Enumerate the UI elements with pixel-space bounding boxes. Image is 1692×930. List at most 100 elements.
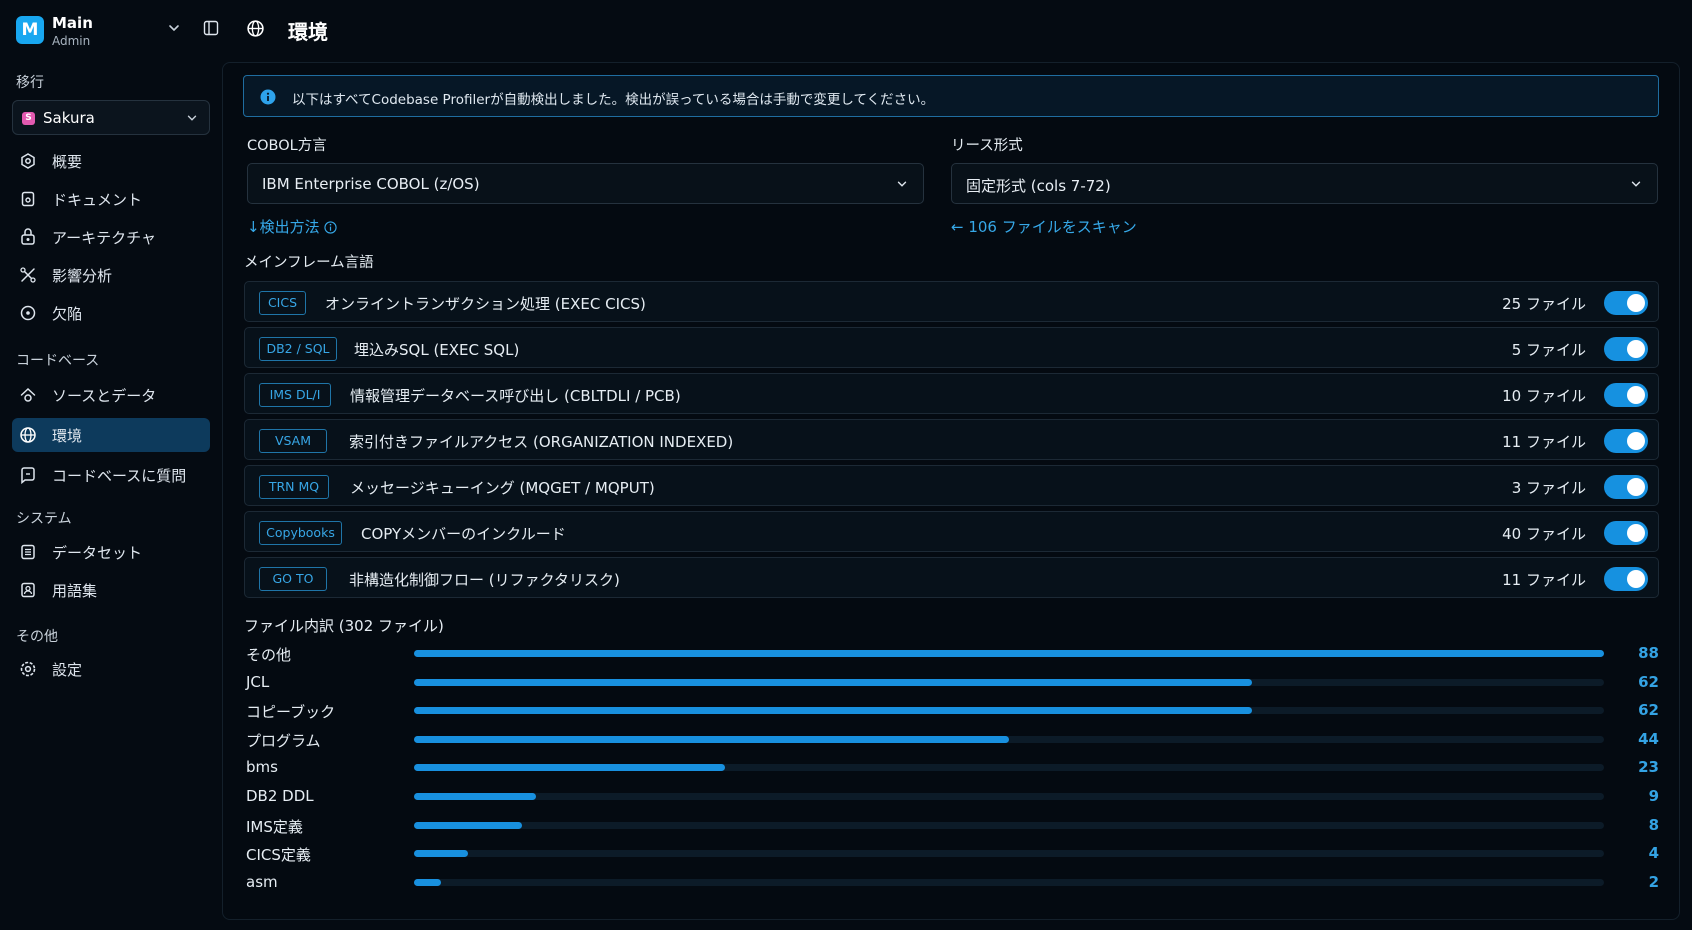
- breakdown-bar-fill: [414, 850, 469, 858]
- sidebar-item-glossary[interactable]: 用語集: [12, 573, 210, 607]
- sidebar-item-label: 環境: [52, 427, 83, 445]
- settings-icon: [20, 661, 36, 677]
- sidebar-item-defects[interactable]: 欠陥: [12, 296, 210, 330]
- globe-icon: [247, 20, 264, 37]
- language-row-cics: CICS オンライントランザクション処理 (EXEC CICS) 25 ファイル: [244, 281, 1659, 322]
- breakdown-count: 62: [1638, 672, 1659, 691]
- breakdown-bar-track: [414, 707, 1604, 715]
- language-toggle[interactable]: [1604, 337, 1648, 361]
- ask-icon: [21, 467, 35, 484]
- breakdown-bar-track: [414, 735, 1604, 743]
- source-format-value: 固定形式 (cols 7-72): [966, 177, 1111, 195]
- breakdown-name: その他: [246, 646, 292, 664]
- breakdown-count: 44: [1638, 729, 1659, 748]
- breakdown-bar-track: [414, 793, 1604, 800]
- sidebar-item-ask-codebase[interactable]: コードベースに質問: [12, 458, 210, 492]
- language-toggle[interactable]: [1604, 521, 1648, 545]
- sidebar-item-datasets[interactable]: データセット: [12, 535, 210, 569]
- glossary-icon: [21, 582, 35, 598]
- breakdown-bar-track: [414, 821, 1604, 829]
- breakdown-name: プログラム: [246, 731, 321, 750]
- section-other: その他: [16, 629, 58, 645]
- breakdown-count: 88: [1638, 644, 1659, 662]
- language-toggle[interactable]: [1604, 291, 1648, 315]
- language-count: 25 ファイル: [1502, 295, 1586, 313]
- breakdown-count: 4: [1648, 844, 1659, 863]
- sidebar-item-overview[interactable]: 概要: [12, 144, 210, 178]
- breakdown-count: 23: [1638, 758, 1659, 777]
- language-count: 10 ファイル: [1502, 387, 1586, 405]
- sidebar-item-settings[interactable]: 設定: [12, 652, 210, 686]
- breakdown-bar-fill: [414, 735, 1009, 743]
- language-toggle[interactable]: [1604, 429, 1648, 453]
- language-desc: 索引付きファイルアクセス (ORGANIZATION INDEXED): [349, 433, 734, 451]
- language-desc: オンライントランザクション処理 (EXEC CICS): [325, 295, 646, 313]
- breakdown-bar-fill: [414, 878, 442, 886]
- breakdown-bar-fill: [414, 793, 536, 800]
- breakdown-bar-fill: [414, 821, 523, 829]
- sidebar-item-impact-analysis[interactable]: 影響分析: [12, 258, 210, 292]
- section-codebase: コードベース: [16, 353, 100, 369]
- breakdown-name: asm: [246, 872, 278, 891]
- chevron-down-icon: [897, 181, 907, 187]
- language-desc: COPYメンバーのインクルード: [361, 525, 566, 543]
- sidebar-item-label: 影響分析: [52, 267, 113, 285]
- language-tag: GO TO: [259, 567, 327, 591]
- sidebar-item-label: ソースとデータ: [52, 387, 157, 405]
- breakdown-row: DB2 DDL 9: [246, 784, 1659, 810]
- breakdown-name: DB2 DDL: [246, 787, 314, 805]
- dialect-value: IBM Enterprise COBOL (z/OS): [262, 175, 480, 193]
- sidebar-item-label: 概要: [52, 153, 83, 171]
- page-title: 環境: [288, 20, 328, 44]
- chevron-down-icon[interactable]: [166, 20, 182, 36]
- section-system: システム: [16, 511, 72, 527]
- language-tag: TRN MQ: [259, 475, 329, 499]
- language-toggle[interactable]: [1604, 475, 1648, 499]
- breakdown-row: asm 2: [246, 870, 1659, 896]
- sidebar-item-source-data[interactable]: ソースとデータ: [12, 378, 210, 412]
- breakdown-bar-fill: [414, 678, 1253, 686]
- language-tag: CICS: [259, 291, 306, 315]
- language-tag: IMS DL/I: [259, 383, 331, 407]
- breakdown-bar-track: [414, 650, 1604, 657]
- detection-method-link[interactable]: ↓検出方法: [247, 216, 337, 237]
- breakdown-name: bms: [246, 758, 278, 777]
- chevron-down-icon: [187, 115, 197, 121]
- scan-files-link[interactable]: ← 106 ファイルをスキャン: [951, 216, 1137, 237]
- dataset-icon: [21, 544, 35, 560]
- sidebar-item-architecture[interactable]: アーキテクチャ: [12, 220, 210, 254]
- breakdown-row: JCL 62: [246, 670, 1659, 696]
- language-toggle[interactable]: [1604, 383, 1648, 407]
- info-icon: [260, 89, 276, 105]
- breakdown-row: その他 88: [246, 641, 1659, 667]
- language-desc: 非構造化制御フロー (リファクタリスク): [349, 571, 620, 589]
- breakdown-bar-fill: [414, 764, 726, 772]
- project-name: Sakura: [43, 109, 95, 127]
- language-desc: メッセージキューイング (MQGET / MQPUT): [350, 479, 655, 497]
- breakdown-row: プログラム 44: [246, 727, 1659, 753]
- language-row-goto: GO TO 非構造化制御フロー (リファクタリスク) 11 ファイル: [244, 557, 1659, 598]
- dialect-select[interactable]: IBM Enterprise COBOL (z/OS): [247, 163, 924, 204]
- workspace-logo: M: [16, 16, 44, 44]
- language-toggle[interactable]: [1604, 567, 1648, 591]
- sidebar-item-documents[interactable]: ドキュメント: [12, 182, 210, 216]
- breakdown-row: CICS定義 4: [246, 841, 1659, 867]
- language-row-vsam: VSAM 索引付きファイルアクセス (ORGANIZATION INDEXED)…: [244, 419, 1659, 460]
- sidebar: M Main Admin 移行 S Sakura 概要 ドキュメント アーキテク…: [0, 0, 222, 930]
- languages-title: メインフレーム言語: [244, 255, 374, 271]
- alert-text: 以下はすべてCodebase Profilerが自動検出しました。検出が誤ってい…: [292, 92, 935, 108]
- language-desc: 情報管理データベース呼び出し (CBLTDLI / PCB): [350, 387, 681, 405]
- project-select[interactable]: S Sakura: [12, 100, 210, 135]
- sidebar-item-environment[interactable]: 環境: [12, 418, 210, 452]
- language-desc: 埋込みSQL (EXEC SQL): [354, 341, 520, 359]
- document-icon: [21, 191, 35, 207]
- source-format-select[interactable]: 固定形式 (cols 7-72): [951, 163, 1658, 204]
- breakdown-count: 62: [1638, 701, 1659, 720]
- language-count: 11 ファイル: [1502, 433, 1586, 451]
- detection-method-label: ↓検出方法: [247, 218, 320, 236]
- breakdown-bar-fill: [414, 650, 1604, 657]
- sidebar-toggle-icon[interactable]: [203, 20, 219, 36]
- project-badge: S: [22, 112, 35, 125]
- workspace-switcher[interactable]: M Main Admin: [16, 14, 179, 50]
- breakdown-bar-track: [414, 878, 1604, 886]
